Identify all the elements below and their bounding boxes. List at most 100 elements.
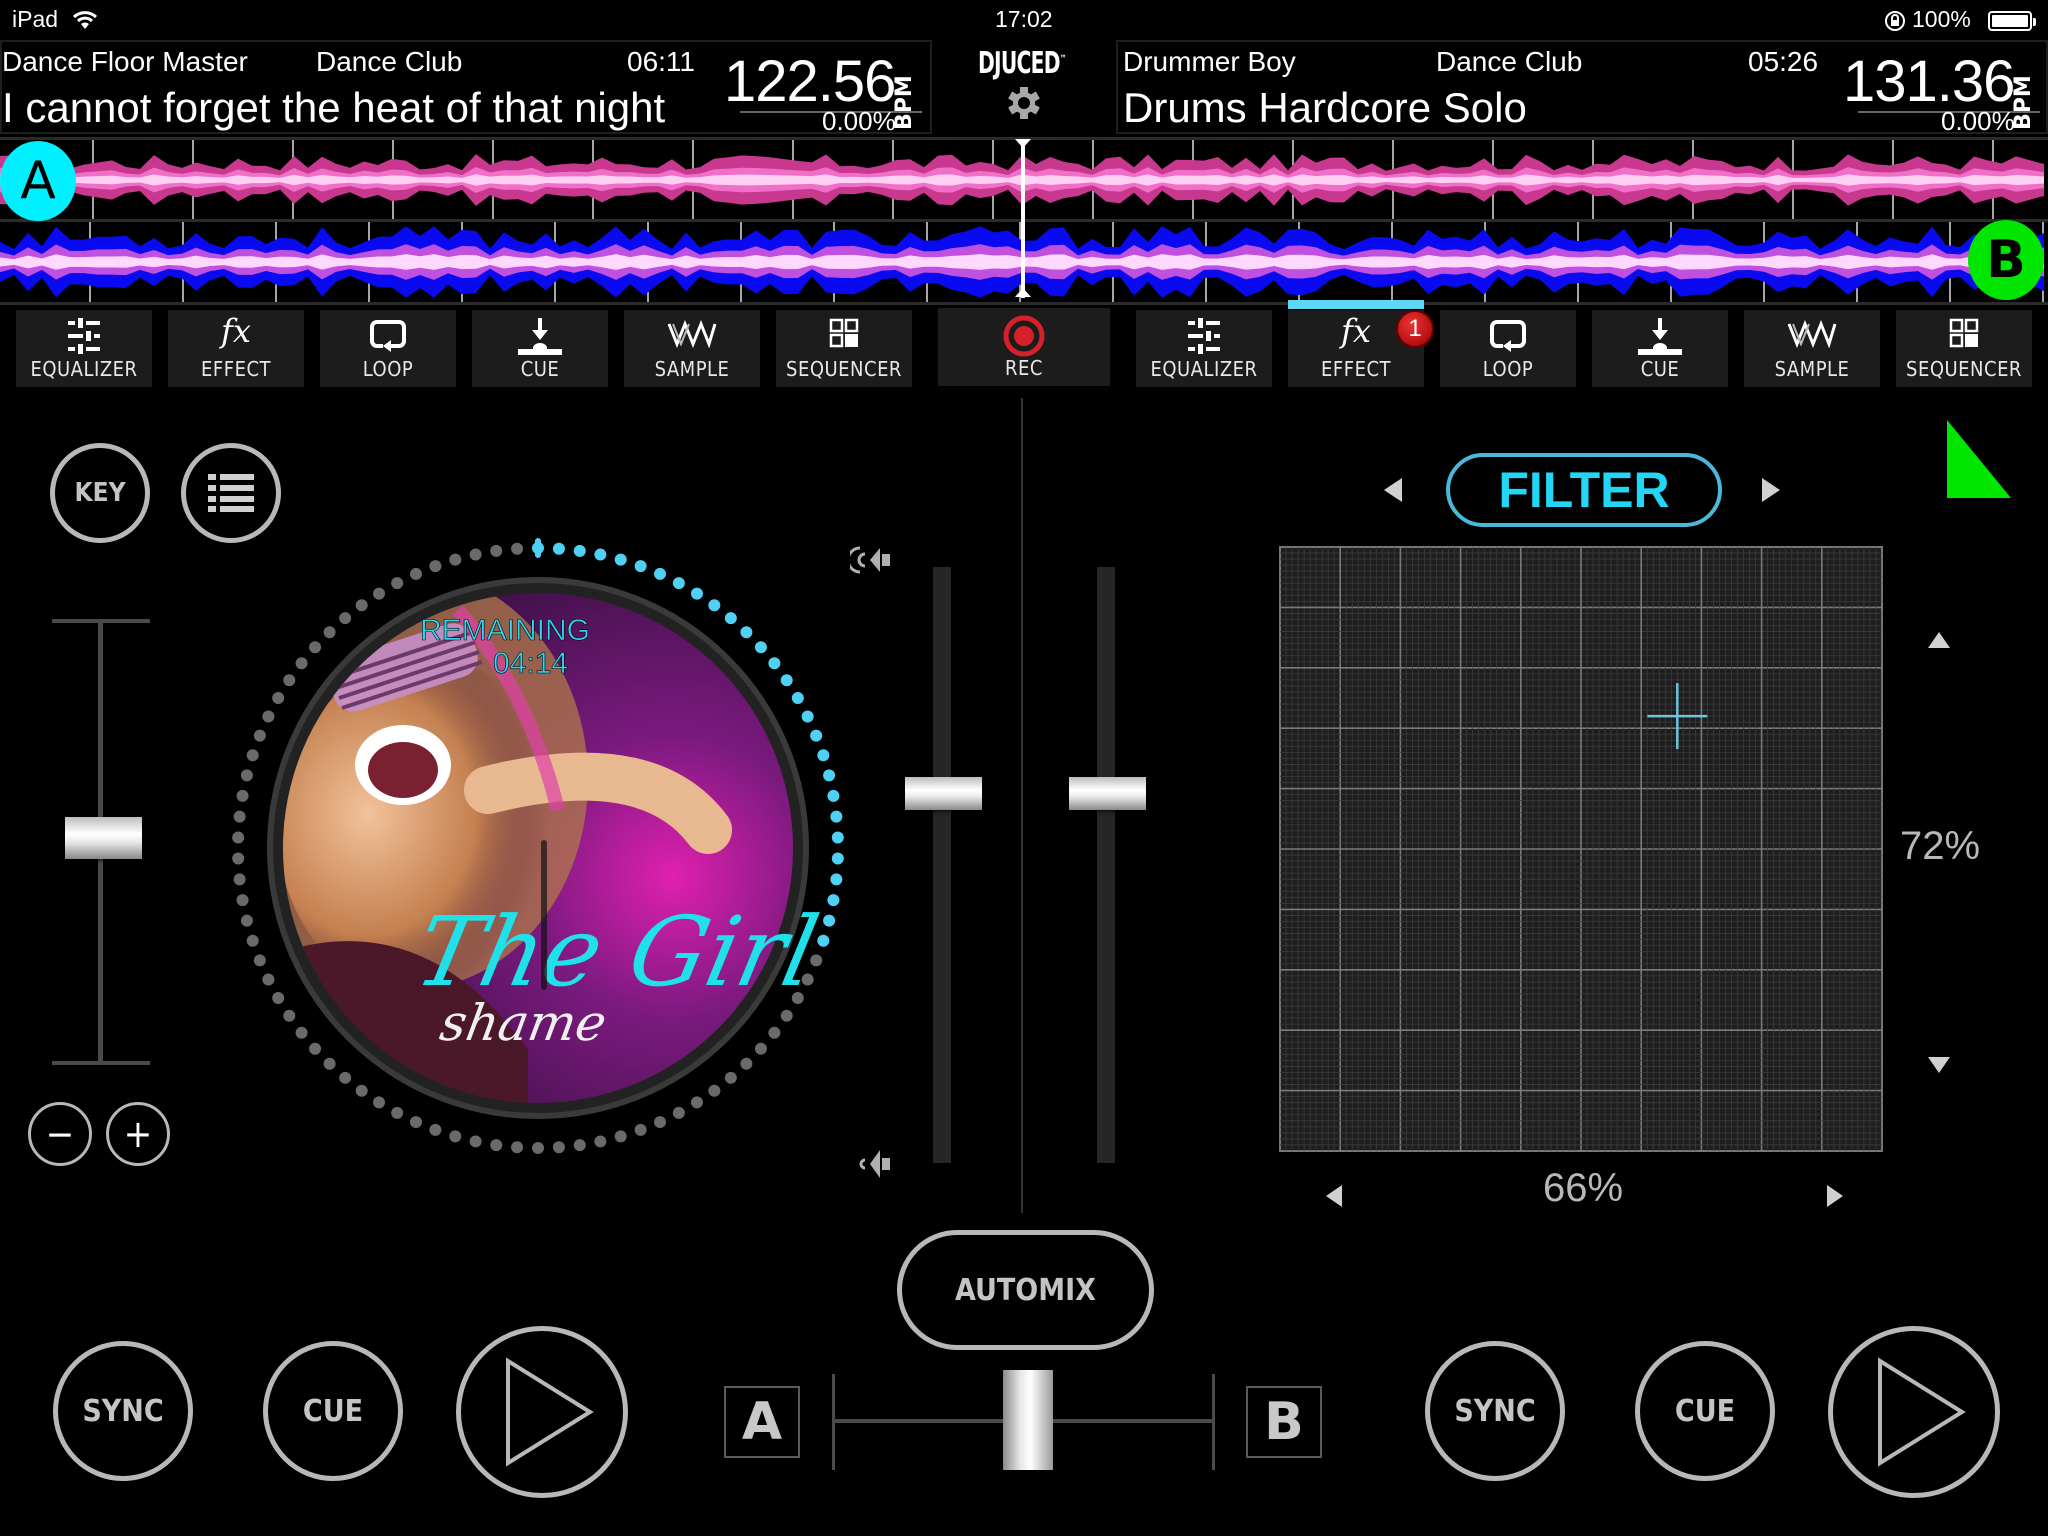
deck-a-equalizer-button[interactable]: EQUALIZER [16,310,152,387]
progress-dot [532,1142,544,1154]
progress-dot [246,749,259,762]
effect-prev-arrow[interactable] [1384,478,1402,502]
crossfader-b-label: B [1246,1386,1322,1458]
volume-max-icon [850,546,890,574]
pitch-plus-button[interactable]: + [106,1102,170,1166]
deck-b-play-button[interactable] [1828,1326,2000,1498]
effect-xy-pad[interactable] [1278,545,1884,1153]
deck-a-bpm-unit: BPM [892,75,917,130]
progress-dot [355,1084,368,1097]
deck-b-title: Drums Hardcore Solo [1123,84,1527,131]
plus-icon: + [123,1112,153,1156]
progress-dot [232,852,245,865]
progress-dot [634,1123,647,1136]
automix-button[interactable]: AUTOMIX [897,1230,1154,1350]
progress-dot [490,1139,503,1152]
deck-a-info: Dance Floor Master Dance Club 06:11 I ca… [0,40,932,136]
rec-button[interactable]: REC [938,308,1110,386]
deck-a-cue-button[interactable]: CUE [472,310,608,387]
active-tab-indicator [1288,300,1424,309]
deck-b-loop-button[interactable]: LOOP [1440,310,1576,387]
deck-a-toolbar-label: SAMPLE [654,357,730,381]
progress-dot [469,548,482,561]
progress-dot [232,831,245,844]
deck-b-cue-button[interactable]: CUE [1592,310,1728,387]
progress-dot [490,544,503,557]
deck-a-sample-button[interactable]: SAMPLE [624,310,760,387]
progress-dot [429,1123,442,1136]
x-right-arrow[interactable] [1827,1185,1843,1207]
settings-gear-icon[interactable] [1007,86,1041,120]
progress-dot [708,1084,721,1097]
deck-b-badge[interactable]: B [1968,220,2044,300]
deck-a-badge[interactable]: A [0,141,76,221]
progress-dot [449,553,462,566]
platter-marker [541,840,547,990]
effect-name-button[interactable]: FILTER [1446,453,1722,527]
deck-b-toolbar-label: SAMPLE [1774,357,1850,381]
progress-dot [373,587,386,600]
y-up-arrow[interactable] [1928,632,1950,648]
progress-dot [672,1106,685,1119]
progress-dot [309,1042,322,1055]
list-icon [208,474,254,512]
pitch-slider-thumb[interactable] [65,816,142,859]
sample-icon [667,319,717,348]
deck-b-duration: 05:26 [1748,46,1819,77]
equalizer-icon [68,318,100,354]
volume-fader-b-thumb[interactable] [1069,777,1146,811]
deck-a-cue-button[interactable]: CUE [263,1341,403,1481]
deck-b-sync-button[interactable]: SYNC [1425,1341,1565,1481]
progress-dot [780,1009,793,1022]
fx-icon: fx [221,312,251,350]
deck-a-loop-button[interactable]: LOOP [320,310,456,387]
deck-a-toolbar-label: EQUALIZER [30,357,138,381]
crossfader-thumb[interactable] [1002,1370,1053,1470]
progress-dot [831,852,844,865]
deck-a-sequencer-button[interactable]: SEQUENCER [776,310,912,387]
deck-b-sequencer-button[interactable]: SEQUENCER [1896,310,2032,387]
progress-dot [654,1116,667,1129]
key-button[interactable]: KEY [50,443,150,543]
y-value: 72% [1900,824,1981,868]
jog-wheel[interactable]: REMAINING 04:14 The Girl shame [228,530,848,1160]
progress-dot [740,1057,753,1070]
progress-dot [391,1106,404,1119]
deck-b-equalizer-button[interactable]: EQUALIZER [1136,310,1272,387]
deck-b-pitch: 0.00% [1941,106,2015,136]
progress-dot [240,769,253,782]
volume-fader-a-thumb[interactable] [905,777,982,811]
progress-dot [830,873,843,886]
x-left-arrow[interactable] [1326,1185,1342,1207]
volume-fader-a-track[interactable] [933,567,951,1163]
pitch-minus-button[interactable]: − [28,1102,92,1166]
deck-a-toolbar-label: EFFECT [201,357,271,381]
crossfader-a-label: A [724,1386,800,1458]
playlist-button[interactable] [181,443,281,543]
y-down-arrow[interactable] [1928,1057,1950,1073]
minus-icon: − [45,1112,75,1156]
progress-dot [823,914,836,927]
play-icon [506,1357,594,1467]
progress-dot [240,914,253,927]
deck-b-sample-button[interactable]: SAMPLE [1744,310,1880,387]
progress-dot [511,1141,524,1154]
crossfader-right-stop [1212,1374,1215,1470]
deck-a-play-button[interactable] [456,1326,628,1498]
deck-a-effect-button[interactable]: fx EFFECT [168,310,304,387]
progress-dot [827,894,840,907]
deck-a-sync-label: SYNC [82,1393,164,1429]
effect-on-indicator-icon[interactable] [1945,418,2013,500]
rotation-lock-icon [1885,11,1905,31]
volume-fader-b-track[interactable] [1097,567,1115,1163]
effect-next-arrow[interactable] [1762,478,1780,502]
progress-dot [552,542,565,555]
status-time: 17:02 [995,6,1053,32]
progress-dot [339,612,352,625]
deck-a-sync-button[interactable]: SYNC [53,1341,193,1481]
automix-label: AUTOMIX [955,1272,1096,1308]
cover-subtitle-text: shame [436,993,611,1052]
deck-b-cue-button[interactable]: CUE [1635,1341,1775,1481]
progress-dot [708,599,721,612]
progress-dot [283,674,296,687]
